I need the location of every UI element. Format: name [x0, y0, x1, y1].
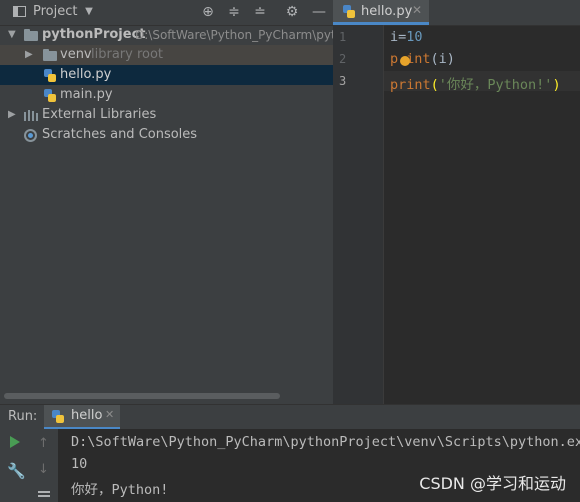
line-number: 2: [339, 52, 347, 66]
project-view-title[interactable]: Project: [33, 4, 77, 19]
tree-item-main-py[interactable]: main.py: [0, 85, 333, 105]
locate-file-icon[interactable]: ⊕: [199, 3, 217, 21]
line-number: 3: [339, 74, 347, 88]
function-name: print: [390, 77, 431, 93]
close-icon[interactable]: ✕: [412, 3, 422, 17]
output-line: 你好，Python!: [71, 482, 169, 498]
close-icon[interactable]: ✕: [105, 408, 114, 421]
tree-item-root[interactable]: ▼ pythonProject D:\SoftWare\Python_PyCha…: [0, 25, 333, 45]
horizontal-scrollbar[interactable]: [4, 393, 280, 399]
line-number: 1: [339, 30, 347, 44]
output-line: D:\SoftWare\Python_PyCharm\pythonProject…: [71, 434, 580, 450]
project-toolbar: Project ▼ ⊕ ≑ ≐ ⚙ —: [0, 0, 333, 26]
project-view-icon: [13, 6, 26, 17]
editor-tab-bar: hello.py ✕: [333, 0, 580, 26]
wrench-icon[interactable]: 🔧: [7, 462, 26, 480]
root-folder-path: D:\SoftWare\Python_PyCharm\pyth: [135, 28, 333, 42]
external-libraries-label: External Libraries: [42, 107, 157, 122]
up-arrow-icon[interactable]: ↑: [38, 436, 49, 451]
folder-icon: [24, 29, 38, 41]
python-file-icon: [52, 410, 64, 423]
project-panel: Project ▼ ⊕ ≑ ≐ ⚙ — ▼ pythonProject D:\S…: [0, 0, 333, 404]
chevron-right-icon[interactable]: ▶: [8, 105, 16, 125]
folder-icon: [43, 49, 57, 61]
tree-item-hello-py[interactable]: hello.py: [0, 65, 333, 85]
watermark: CSDN @学习和运动: [419, 474, 566, 493]
hide-panel-icon[interactable]: —: [310, 3, 328, 21]
tree-item-scratches[interactable]: Scratches and Consoles: [0, 125, 333, 145]
string-literal: '你好，Python!': [438, 77, 553, 93]
run-label: Run:: [8, 409, 38, 424]
scratches-icon: [24, 129, 37, 142]
code-line-1[interactable]: i=10: [390, 29, 423, 45]
editor-panel: hello.py ✕ 1 2 3 i=10 p int(i) print('你好，…: [333, 0, 580, 404]
code-line-3[interactable]: print('你好，Python!'): [390, 73, 561, 93]
root-folder-name: pythonProject: [42, 27, 146, 42]
library-root-label: library root: [91, 47, 164, 62]
file-name-hello: hello.py: [60, 67, 112, 82]
tree-item-venv[interactable]: ▶ venv library root: [0, 45, 333, 65]
python-file-icon: [343, 5, 355, 18]
close-paren: ): [552, 77, 561, 93]
function-name-start: p: [390, 51, 399, 67]
run-tab-label: hello: [71, 408, 103, 423]
tab-label: hello.py: [361, 4, 413, 19]
identifier: i: [390, 29, 399, 45]
intention-bulb-icon[interactable]: [400, 56, 410, 66]
view-dropdown-icon[interactable]: ▼: [80, 3, 98, 21]
run-tab-hello[interactable]: hello ✕: [44, 405, 120, 429]
call-args: (i): [430, 51, 455, 67]
run-icon[interactable]: [10, 436, 20, 448]
down-arrow-icon[interactable]: ↓: [38, 462, 49, 477]
gear-icon[interactable]: ⚙: [283, 3, 301, 21]
library-icon: [24, 110, 38, 121]
chevron-right-icon[interactable]: ▶: [25, 45, 33, 65]
python-file-icon: [44, 89, 56, 102]
run-toolbar: ↑ 🔧 ↓: [0, 429, 58, 502]
run-header: Run: hello ✕: [0, 405, 580, 429]
number-literal: 10: [406, 29, 423, 45]
tab-hello-py[interactable]: hello.py ✕: [333, 0, 429, 25]
tree-item-external-libraries[interactable]: ▶ External Libraries: [0, 105, 333, 125]
file-name-main: main.py: [60, 87, 113, 102]
venv-folder-name: venv: [60, 47, 92, 62]
open-paren: (: [430, 77, 439, 93]
menu-lines-icon[interactable]: [38, 491, 50, 493]
expand-all-icon[interactable]: ≑: [225, 3, 243, 21]
scratches-label: Scratches and Consoles: [42, 127, 198, 142]
chevron-down-icon[interactable]: ▼: [8, 25, 16, 45]
python-file-icon: [44, 69, 56, 82]
line-number-gutter: 1 2 3: [333, 25, 384, 404]
collapse-all-icon[interactable]: ≐: [251, 3, 269, 21]
output-line: 10: [71, 456, 88, 472]
